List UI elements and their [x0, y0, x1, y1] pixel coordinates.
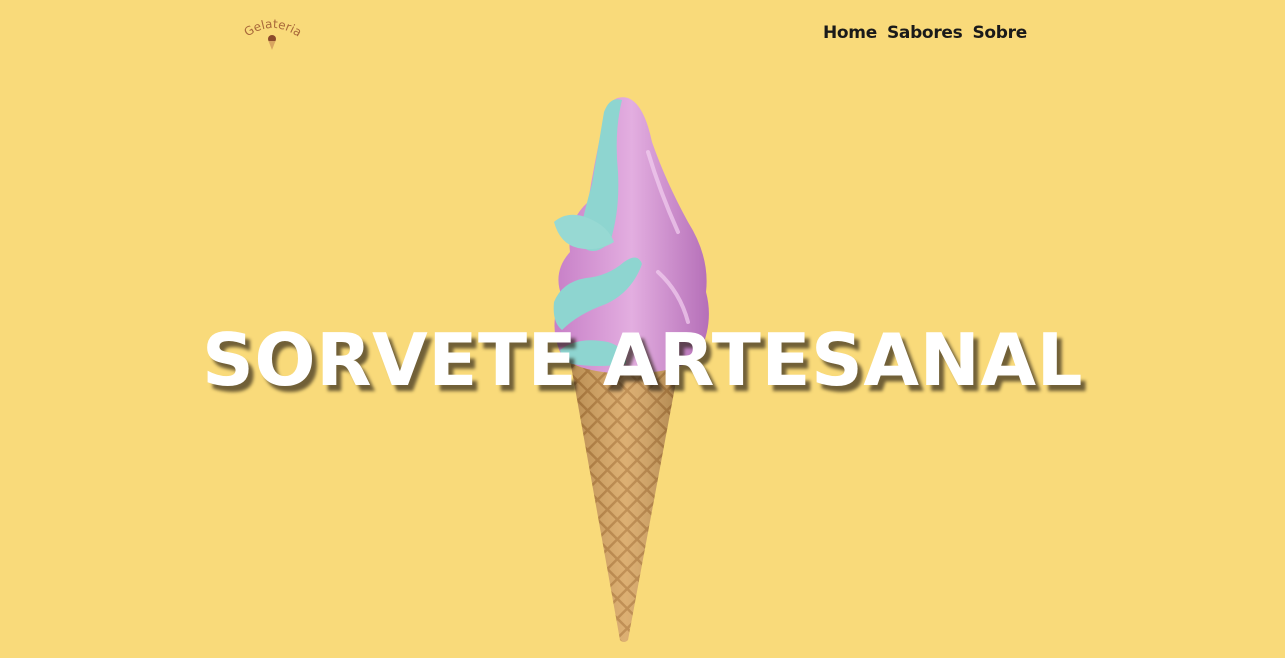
logo-ice-cream-icon — [268, 35, 276, 50]
main-nav: Home Sabores Sobre — [823, 21, 1027, 45]
gelateria-logo[interactable]: Gelateria — [240, 14, 304, 54]
nav-sabores-link[interactable]: Sabores — [887, 21, 963, 45]
page: Gelateria Home Sabores Sobre SORVETE ART… — [0, 0, 1285, 658]
nav-sobre-link[interactable]: Sobre — [972, 21, 1027, 45]
nav-home-link[interactable]: Home — [823, 21, 877, 45]
hero-title: SORVETE ARTESANAL — [202, 318, 1083, 402]
